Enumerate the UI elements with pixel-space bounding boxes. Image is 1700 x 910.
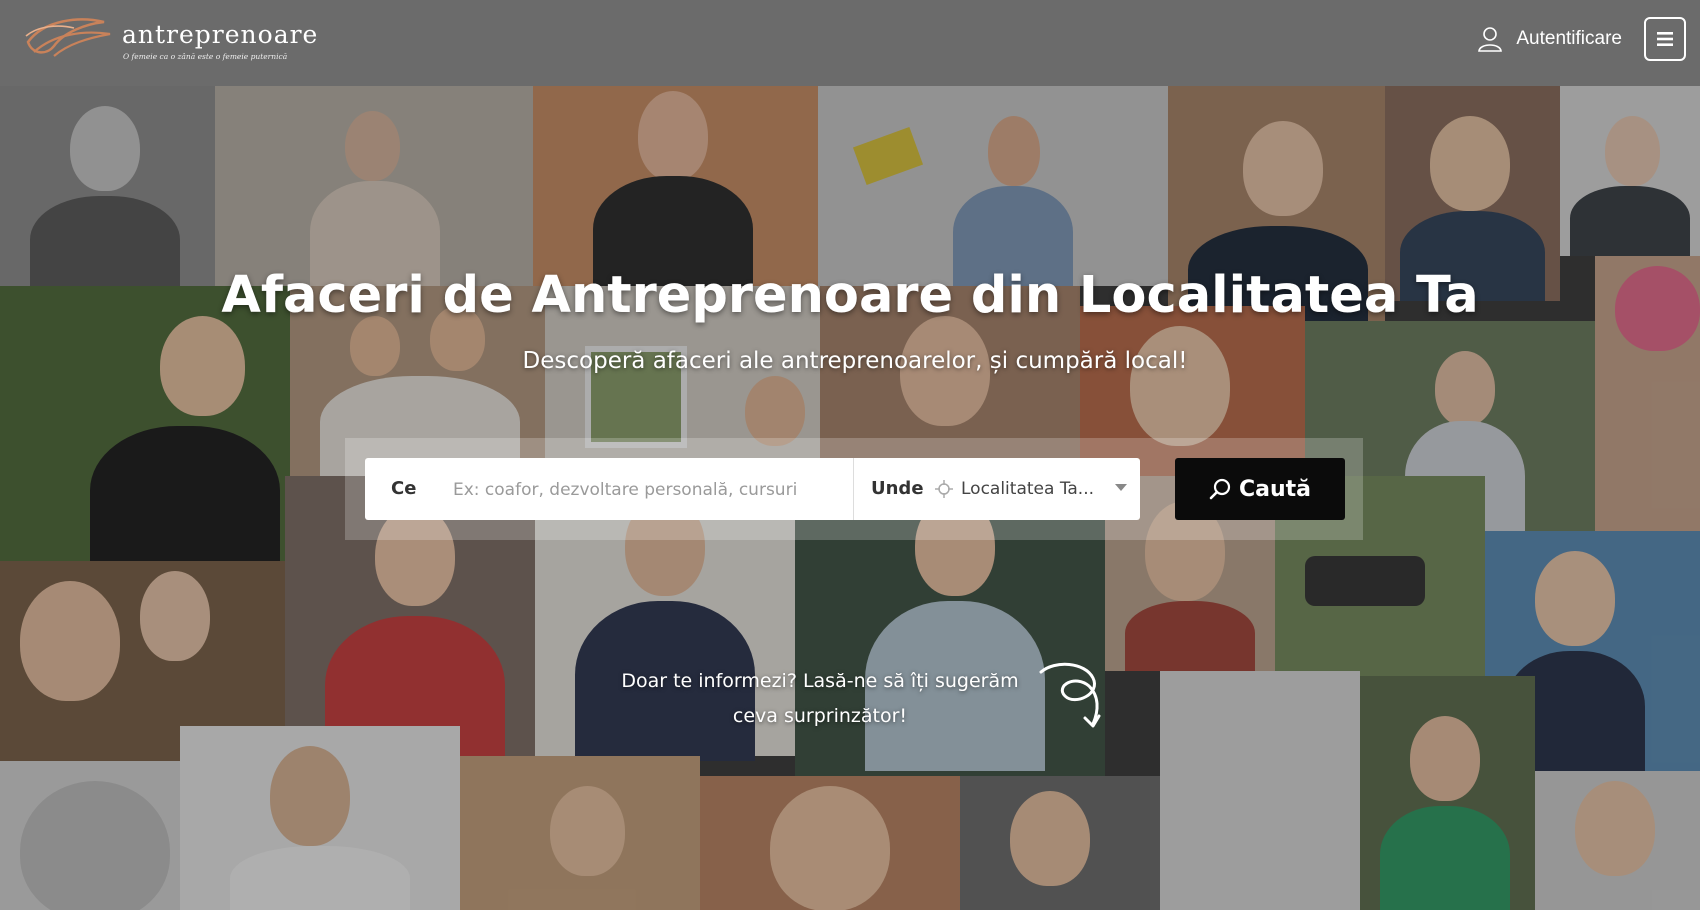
location-select[interactable]: Localitatea Ta... xyxy=(935,470,1127,508)
site-logo[interactable]: antreprenoare O femeie ca o zână este o … xyxy=(24,12,317,62)
hamburger-menu-button[interactable] xyxy=(1644,17,1686,61)
search-icon xyxy=(1209,478,1231,500)
suggestion-line-2: ceva surprinzător! xyxy=(732,705,908,727)
logo-text: antreprenoare xyxy=(122,20,319,49)
curly-arrow-icon xyxy=(1039,662,1101,728)
suggestion-line-1: Doar te informezi? Lasă-ne să îți sugeră… xyxy=(621,670,1019,692)
what-label: Ce xyxy=(391,478,417,499)
user-icon xyxy=(1478,27,1503,52)
location-value: Localitatea Ta... xyxy=(961,479,1095,499)
hero-subtitle: Descoperă afaceri ale antreprenoarelor, … xyxy=(522,348,1188,374)
what-search-input[interactable] xyxy=(451,472,835,508)
site-header: antreprenoare O femeie ca o zână este o … xyxy=(0,0,1700,86)
hero-title: Afaceri de Antreprenoare din Localitatea… xyxy=(221,266,1479,325)
search-button[interactable]: Caută xyxy=(1175,458,1345,520)
search-divider xyxy=(853,458,854,520)
search-panel: Ce Unde Localitatea Ta... Ca xyxy=(345,438,1363,540)
caret-down-icon xyxy=(1115,484,1127,491)
where-label: Unde xyxy=(871,478,924,499)
hero-section: Afaceri de Antreprenoare din Localitatea… xyxy=(0,86,1700,910)
login-link[interactable]: Autentificare xyxy=(1478,24,1622,54)
location-crosshair-icon xyxy=(935,480,953,498)
search-box: Ce Unde Localitatea Ta... xyxy=(365,458,1140,520)
hamburger-menu-icon xyxy=(1657,32,1673,46)
login-label: Autentificare xyxy=(1516,28,1622,49)
search-button-label: Caută xyxy=(1238,476,1311,502)
logo-swirl-icon xyxy=(25,18,111,57)
surprise-suggestion-link[interactable]: Doar te informezi? Lasă-ne să îți sugeră… xyxy=(600,664,1040,734)
logo-tagline: O femeie ca o zână este o femeie puterni… xyxy=(123,52,288,61)
